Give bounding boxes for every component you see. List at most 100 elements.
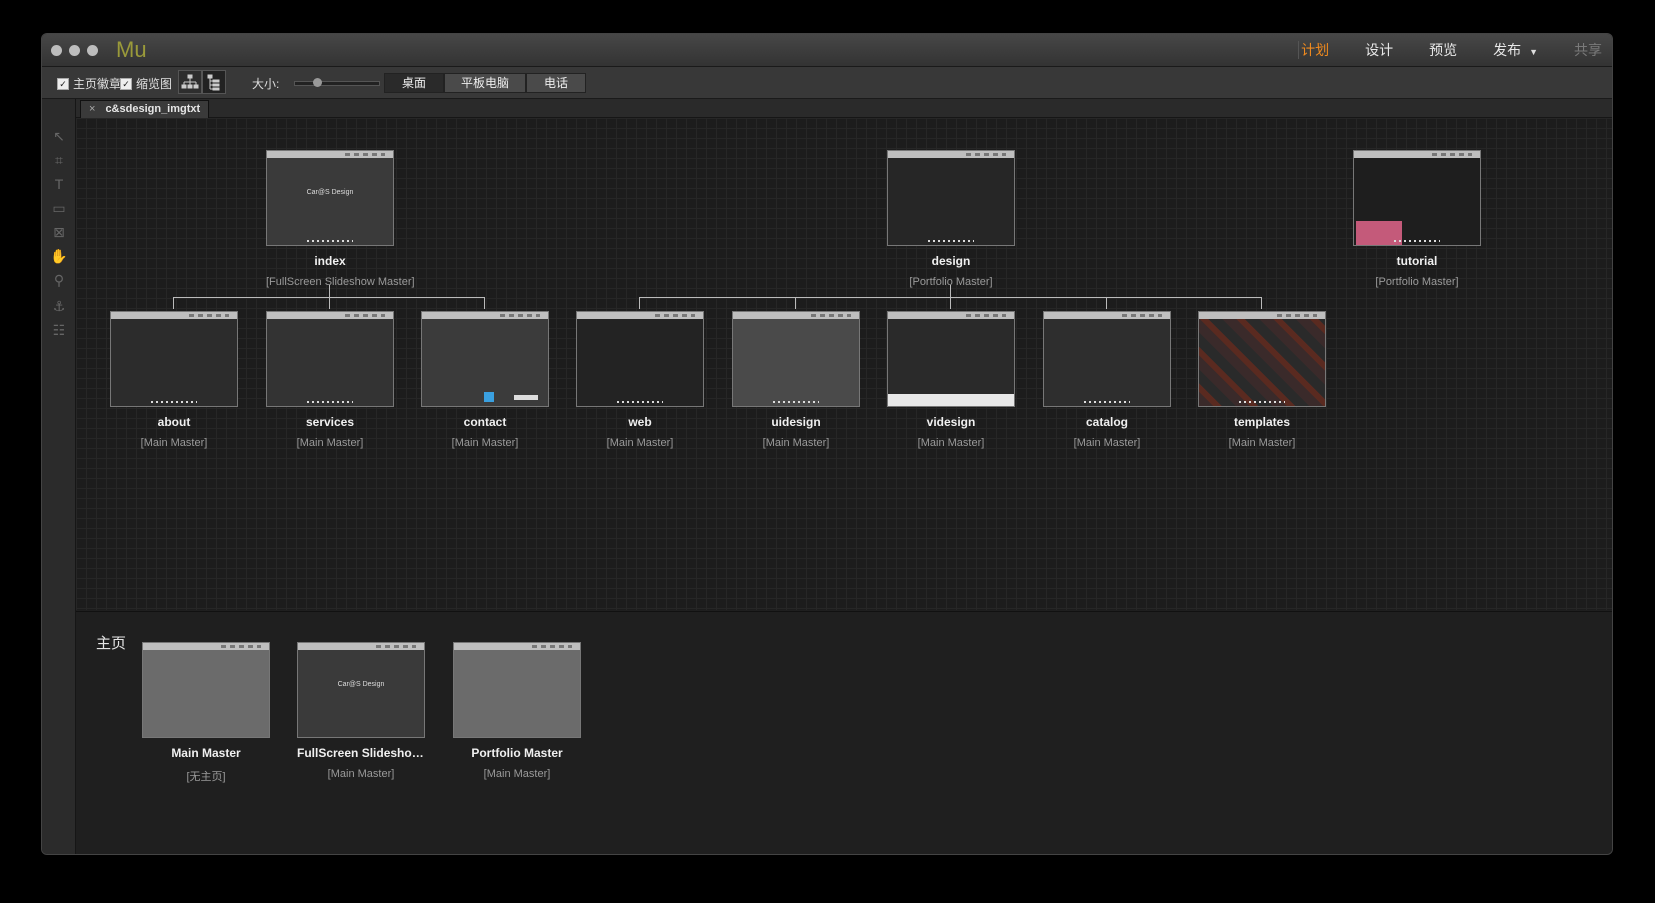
- page-thumbnail[interactable]: [266, 311, 394, 407]
- page-name: about: [157, 415, 191, 429]
- master-thumbnail[interactable]: Car@S Design: [297, 642, 425, 738]
- anchor-icon[interactable]: ⚓: [50, 297, 68, 315]
- master-thumbnail[interactable]: [142, 642, 270, 738]
- page-thumbnail[interactable]: Car@S Design: [266, 150, 394, 246]
- list-view-button[interactable]: [202, 70, 226, 94]
- sitemap-canvas: Car@S Design index [FullScreen Slideshow…: [76, 118, 1612, 610]
- master-node-main[interactable]: Main Master [无主页]: [142, 642, 270, 784]
- mode-share[interactable]: 共享: [1574, 40, 1602, 60]
- mode-publish-label: 发布: [1493, 42, 1522, 58]
- layout-tablet-tab[interactable]: 平板电脑: [444, 73, 526, 93]
- page-thumbnail[interactable]: [1043, 311, 1171, 407]
- thumbnail-checkbox[interactable]: ✓ 缩览图: [120, 75, 172, 92]
- layout-desktop-tab[interactable]: 桌面: [384, 73, 444, 93]
- page-node-templates[interactable]: templates [Main Master]: [1198, 311, 1326, 449]
- select-arrow-icon[interactable]: ↖: [50, 127, 68, 145]
- master-node-fullscreen-slideshow[interactable]: Car@S Design FullScreen Slideshow Ma... …: [297, 642, 425, 780]
- masters-title: 主页: [96, 635, 127, 652]
- connector: [950, 297, 951, 309]
- page-thumbnail[interactable]: [576, 311, 704, 407]
- page-master: [Main Master]: [917, 437, 985, 449]
- thumbnail-label: 缩览图: [136, 77, 173, 91]
- master-node-portfolio[interactable]: Portfolio Master [Main Master]: [453, 642, 581, 780]
- master-parent: [Main Master]: [327, 768, 395, 780]
- connector: [173, 297, 174, 309]
- close-tab-icon[interactable]: ×: [89, 103, 95, 115]
- document-tab-title: c&sdesign_imgtxt: [105, 103, 201, 115]
- page-name: videsign: [926, 415, 976, 429]
- page-node-index[interactable]: Car@S Design index [FullScreen Slideshow…: [266, 150, 415, 288]
- page-thumbnail[interactable]: [110, 311, 238, 407]
- chevron-down-icon: ▼: [1529, 47, 1538, 57]
- mode-preview[interactable]: 预览: [1429, 40, 1457, 60]
- page-name: web: [628, 415, 652, 429]
- sitemap-view-button[interactable]: [178, 70, 202, 94]
- crop-icon[interactable]: ⌗: [50, 151, 68, 169]
- home-badge-checkbox[interactable]: ✓ 主页徽章: [57, 75, 121, 92]
- page-name: tutorial: [1396, 254, 1438, 268]
- connector: [639, 297, 640, 309]
- connector: [484, 297, 485, 309]
- page-name: uidesign: [771, 415, 821, 429]
- master-thumbnail[interactable]: [453, 642, 581, 738]
- page-node-contact[interactable]: contact [Main Master]: [421, 311, 549, 449]
- page-thumbnail[interactable]: [887, 311, 1015, 407]
- thumbnail-size-slider[interactable]: [294, 78, 380, 87]
- page-thumbnail[interactable]: [1353, 150, 1481, 246]
- connector: [795, 297, 796, 309]
- connector: [1261, 297, 1262, 309]
- plan-toolbar: ✓ 主页徽章 ✓ 缩览图 大小: 桌面 平板电脑 电话: [42, 67, 1612, 99]
- page-master: [Main Master]: [451, 437, 519, 449]
- page-node-web[interactable]: web [Main Master]: [576, 311, 704, 449]
- page-thumbnail[interactable]: [421, 311, 549, 407]
- master-name: Portfolio Master: [471, 746, 563, 760]
- widget-icon[interactable]: ☷: [50, 321, 68, 339]
- tools-panel: ↖ ⌗ T ▭ ⊠ ✋ ⚲ ⚓ ☷: [42, 99, 76, 854]
- page-thumbnail[interactable]: [732, 311, 860, 407]
- page-node-tutorial[interactable]: tutorial [Portfolio Master]: [1353, 150, 1481, 288]
- sitemap-view-icon: [181, 74, 199, 89]
- image-frame-icon[interactable]: ⊠: [50, 223, 68, 241]
- master-name: FullScreen Slideshow Ma...: [297, 746, 425, 760]
- close-window-button[interactable]: [51, 45, 62, 56]
- page-thumbnail[interactable]: [1198, 311, 1326, 407]
- page-name: catalog: [1085, 415, 1128, 429]
- minimize-window-button[interactable]: [69, 45, 80, 56]
- rectangle-icon[interactable]: ▭: [50, 199, 68, 217]
- page-master: [FullScreen Slideshow Master]: [266, 276, 415, 288]
- page-node-videsign[interactable]: videsign [Main Master]: [887, 311, 1015, 449]
- page-node-catalog[interactable]: catalog [Main Master]: [1043, 311, 1171, 449]
- checkmark-icon: ✓: [57, 77, 69, 90]
- zoom-icon[interactable]: ⚲: [50, 271, 68, 289]
- page-name: design: [931, 254, 971, 268]
- mode-design[interactable]: 设计: [1365, 40, 1393, 60]
- maximize-window-button[interactable]: [87, 45, 98, 56]
- page-master: [Main Master]: [1073, 437, 1141, 449]
- document-tab[interactable]: × c&sdesign_imgtxt: [80, 100, 210, 118]
- thumbnail-hero-text: Car@S Design: [337, 681, 385, 688]
- page-master: [Portfolio Master]: [1375, 276, 1459, 288]
- title-bar: Mu 计划 设计 预览 发布 ▼ 共享: [42, 34, 1612, 67]
- layout-phone-tab[interactable]: 电话: [526, 73, 586, 93]
- text-icon[interactable]: T: [50, 175, 68, 193]
- app-logo: Mu: [116, 37, 147, 62]
- page-name: services: [305, 415, 355, 429]
- slider-handle[interactable]: [313, 78, 322, 87]
- master-parent: [无主页]: [186, 771, 226, 783]
- muse-window: Mu 计划 设计 预览 发布 ▼ 共享 ✓ 主页徽章 ✓ 缩览图 大小: 桌面 平…: [42, 34, 1612, 854]
- mode-plan[interactable]: 计划: [1301, 40, 1329, 60]
- checkmark-icon: ✓: [120, 77, 132, 90]
- page-thumbnail[interactable]: [887, 150, 1015, 246]
- page-name: contact: [463, 415, 507, 429]
- page-node-design[interactable]: design [Portfolio Master]: [887, 150, 1015, 288]
- mode-publish[interactable]: 发布 ▼: [1493, 40, 1538, 60]
- list-view-icon: [207, 74, 220, 91]
- page-node-uidesign[interactable]: uidesign [Main Master]: [732, 311, 860, 449]
- page-node-about[interactable]: about [Main Master]: [110, 311, 238, 449]
- page-master: [Main Master]: [140, 437, 208, 449]
- hand-icon[interactable]: ✋: [50, 247, 68, 265]
- page-node-services[interactable]: services [Main Master]: [266, 311, 394, 449]
- mode-switcher: 计划 设计 预览 发布 ▼ 共享: [1265, 34, 1602, 66]
- master-name: Main Master: [171, 746, 241, 760]
- page-master: [Main Master]: [762, 437, 830, 449]
